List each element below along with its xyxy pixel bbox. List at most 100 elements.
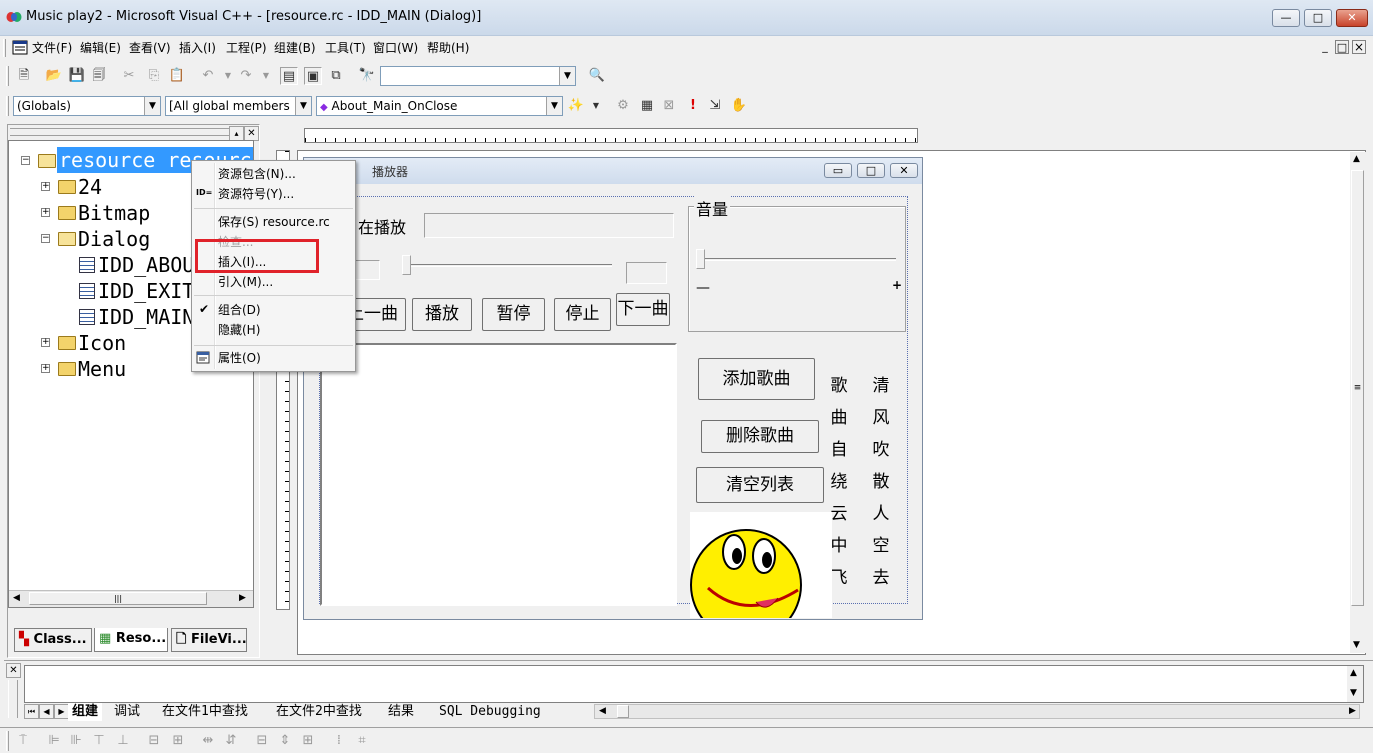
output-tab-find2[interactable]: 在文件2中查找 [276,703,362,721]
build-icon[interactable]: ⚙ [614,97,632,115]
wizardbar-grip[interactable] [6,96,9,116]
menu-project[interactable]: 工程(P) [222,39,271,57]
build-all-icon[interactable]: ▦ [638,97,656,115]
toggle-guides-icon[interactable]: ⌗ [353,732,371,750]
menubar-grip[interactable] [3,39,6,57]
output-tab-results[interactable]: 结果 [388,703,414,721]
scroll-left-icon[interactable]: ◀ [599,706,606,716]
scroll-up-icon[interactable]: ▲ [1353,154,1360,164]
filter-combo[interactable]: [All global members ▼ [165,96,312,116]
output-icon[interactable]: ▣ [304,67,322,85]
output-tab-find1[interactable]: 在文件1中查找 [162,703,248,721]
scroll-right-icon[interactable]: ▶ [1349,706,1356,716]
execute-icon[interactable]: ! [684,97,702,115]
mdi-restore-button[interactable]: □ [1335,40,1349,54]
output-grip[interactable] [8,680,18,718]
menu-build[interactable]: 组建(B) [270,39,320,57]
tab-first-icon[interactable]: ⏮ [24,704,39,719]
menu-edit[interactable]: 编辑(E) [76,39,125,57]
mdi-close-button[interactable]: × [1352,40,1366,54]
output-hscrollbar[interactable]: ◀ ▶ [594,704,1360,719]
find-in-files-icon[interactable]: 🔭 [358,67,376,85]
space-down-icon[interactable]: ⇵ [222,732,240,750]
ctx-import[interactable]: 引入(M)... [218,273,273,291]
expand-icon[interactable]: + [41,338,50,347]
test-dialog-icon[interactable]: ⍑ [14,732,32,750]
copy-icon[interactable]: ⎘ [145,67,163,85]
stop-button[interactable]: 停止 [554,298,611,331]
align-top-icon[interactable]: ⊤ [90,732,108,750]
close-button[interactable]: ✕ [1336,9,1368,27]
stop-build-icon[interactable]: ⊠ [660,97,678,115]
workspace-grip[interactable] [10,128,230,136]
scroll-down-icon[interactable]: ▼ [1353,640,1360,650]
dialog-toolbar-grip[interactable] [6,731,9,751]
minimize-button[interactable]: — [1272,9,1300,27]
scroll-thumb[interactable] [617,705,629,718]
workspace-float-button[interactable]: ▴ [229,126,244,141]
find-combo[interactable]: ▼ [380,66,576,86]
total-time-field[interactable] [626,262,667,284]
tab-classview[interactable]: ▚ Class... [14,628,92,652]
output-text-area[interactable] [24,665,1364,703]
collapse-icon[interactable]: − [21,156,30,165]
now-playing-field[interactable] [424,213,674,238]
chevron-down-icon[interactable]: ▼ [144,97,160,115]
collapse-icon[interactable]: − [41,234,50,243]
align-bottom-icon[interactable]: ⊥ [114,732,132,750]
tab-next-icon[interactable]: ▶ [54,704,69,719]
dlg-maximize-button[interactable]: □ [857,163,885,178]
space-across-icon[interactable]: ⇹ [199,732,217,750]
playlist-listbox[interactable] [320,343,677,606]
output-tab-debug[interactable]: 调试 [114,703,140,721]
make-same-size-icon[interactable]: ⊞ [299,732,317,750]
maximize-button[interactable]: □ [1304,9,1332,27]
volume-slider-thumb[interactable] [696,249,705,269]
editor-vscrollbar[interactable]: ▲ ≡ ▼ [1350,152,1366,653]
tab-fileview[interactable]: 🗋 FileVi... [171,628,247,652]
scroll-up-icon[interactable]: ▲ [1350,668,1357,678]
volume-slider-track[interactable] [696,258,896,261]
add-song-button[interactable]: 添加歌曲 [698,358,815,400]
ctx-hide[interactable]: 隐藏(H) [218,321,260,339]
output-tab-build[interactable]: 组建 [68,703,103,721]
breakpoint-icon[interactable]: ✋ [730,97,748,115]
progress-slider-track[interactable] [402,264,612,267]
chevron-down-icon[interactable]: ▼ [295,97,311,115]
expand-icon[interactable]: + [41,208,50,217]
new-text-icon[interactable]: 🗎 [15,67,33,85]
ctx-resource-includes[interactable]: 资源包含(N)... [218,165,296,183]
output-vscrollbar[interactable]: ▲ ▼ [1347,666,1363,702]
find-icon[interactable]: 🔍 [588,67,606,85]
menu-file[interactable]: 文件(F) [28,39,76,57]
tab-resourceview[interactable]: ▦ Reso... [94,628,168,652]
menu-insert[interactable]: 插入(I) [175,39,220,57]
wizard-action-icon[interactable]: ✨ [567,97,585,115]
chevron-down-icon[interactable]: ▼ [559,67,575,85]
redo-icon[interactable]: ↷ [237,67,255,85]
delete-song-button[interactable]: 删除歌曲 [701,420,819,453]
next-button[interactable]: 下一曲 [616,293,670,326]
save-icon[interactable]: 💾 [68,67,86,85]
mdi-minimize-button[interactable]: _ [1318,40,1332,54]
toolbar-grip[interactable] [6,66,9,86]
go-icon[interactable]: ⇲ [706,97,724,115]
toggle-grid-icon[interactable]: ⁞ [330,732,348,750]
workspace-close-button[interactable]: ✕ [244,126,259,141]
expand-icon[interactable]: + [41,364,50,373]
scroll-thumb[interactable]: ||| [29,592,207,605]
align-right-icon[interactable]: ⊪ [67,732,85,750]
save-all-icon[interactable]: 🗐 [90,67,108,85]
menu-view[interactable]: 查看(V) [125,39,175,57]
ctx-save[interactable]: 保存(S) resource.rc [218,213,330,231]
dlg-close-button[interactable]: ✕ [890,163,918,178]
make-same-width-icon[interactable]: ⊟ [253,732,271,750]
member-combo[interactable]: ◆ About_Main_OnClose ▼ [316,96,563,116]
paste-icon[interactable]: 📋 [168,67,186,85]
scroll-right-icon[interactable]: ▶ [239,593,246,603]
scroll-left-icon[interactable]: ◀ [13,593,20,603]
dialog-doc-icon[interactable] [12,40,28,55]
center-horizontal-icon[interactable]: ⊞ [169,732,187,750]
ctx-properties[interactable]: 属性(O) [218,349,261,367]
center-vertical-icon[interactable]: ⊟ [145,732,163,750]
